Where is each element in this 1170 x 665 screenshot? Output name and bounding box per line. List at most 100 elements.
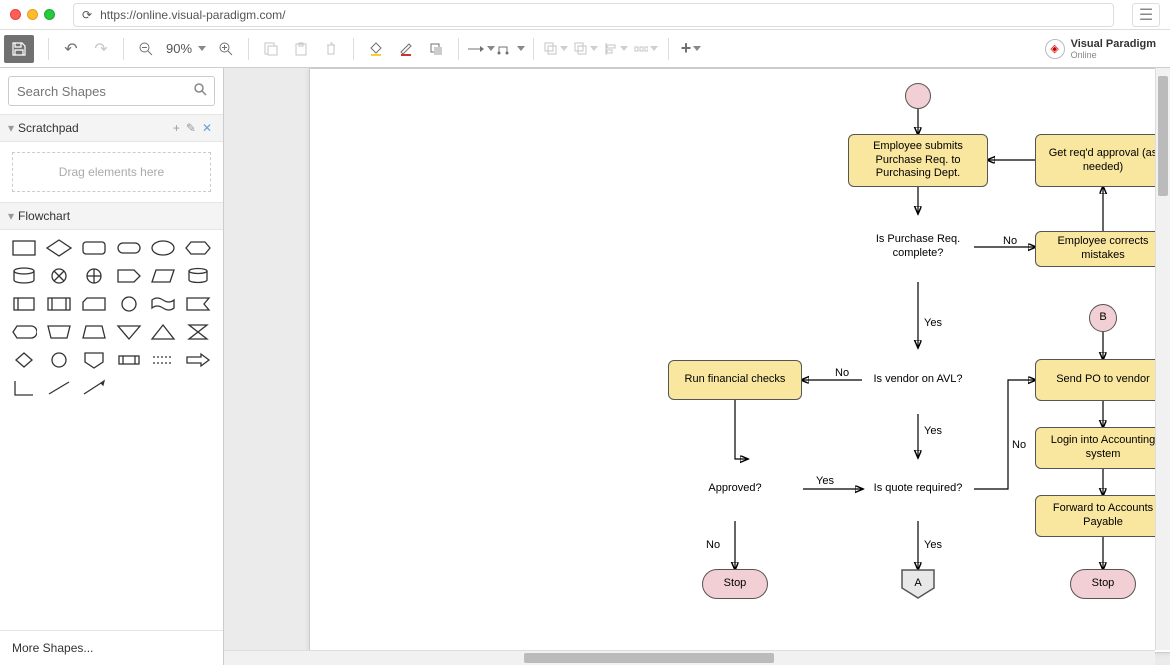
node-forward[interactable]: Forward to Accounts Payable: [1035, 495, 1170, 537]
label-complete-yes: Yes: [924, 317, 942, 329]
canvas[interactable]: Employee submits Purchase Req. to Purcha…: [224, 68, 1170, 665]
collapse-icon[interactable]: ▾: [8, 121, 14, 135]
connector-style-button[interactable]: [467, 35, 495, 63]
address-bar[interactable]: ⟳ https://online.visual-paradigm.com/: [73, 3, 1114, 27]
shape-circlex[interactable]: [45, 266, 73, 286]
shape-arrowright[interactable]: [184, 350, 212, 370]
vertical-scrollbar[interactable]: [1155, 68, 1170, 650]
shape-cylinder[interactable]: [184, 266, 212, 286]
shape-circleplus[interactable]: [80, 266, 108, 286]
shape-arrowline[interactable]: [80, 378, 108, 398]
delete-button[interactable]: [317, 35, 345, 63]
shape-bracket[interactable]: [10, 294, 38, 314]
shape-diamondsmall[interactable]: [10, 350, 38, 370]
search-input[interactable]: [17, 84, 193, 99]
node-login[interactable]: Login into Accounting system: [1035, 427, 1170, 469]
toolbar: ↶ ↷ 90% + ◈ Visual Paradigm Online: [0, 30, 1170, 68]
shape-hexagon[interactable]: [184, 238, 212, 258]
flowchart-header[interactable]: ▾ Flowchart: [0, 202, 223, 230]
node-approved-q[interactable]: Approved?: [680, 457, 790, 521]
zoom-out-button[interactable]: [132, 35, 160, 63]
reload-icon[interactable]: ⟳: [82, 8, 92, 22]
shape-hourglass[interactable]: [184, 322, 212, 342]
shape-card[interactable]: [80, 294, 108, 314]
shape-trapezoid[interactable]: [80, 322, 108, 342]
search-icon[interactable]: [193, 82, 207, 101]
label-avl-no: No: [835, 367, 849, 379]
node-connector-b[interactable]: B: [1089, 304, 1117, 332]
shape-corner[interactable]: [10, 378, 38, 398]
url-text: https://online.visual-paradigm.com/: [100, 8, 285, 22]
scratchpad-header[interactable]: ▾ Scratchpad + ✎ ✕: [0, 114, 223, 142]
hamburger-menu-icon[interactable]: ☰: [1132, 3, 1160, 27]
node-connector-a[interactable]: A: [901, 569, 935, 599]
save-button[interactable]: [4, 35, 34, 63]
shape-line[interactable]: [45, 378, 73, 398]
shape-triangleup[interactable]: [149, 322, 177, 342]
shape-circle[interactable]: [115, 294, 143, 314]
label-avl-yes: Yes: [924, 425, 942, 437]
node-submit[interactable]: Employee submits Purchase Req. to Purcha…: [848, 134, 988, 187]
drawing-paper[interactable]: Employee submits Purchase Req. to Purcha…: [309, 68, 1170, 653]
shape-rect[interactable]: [10, 238, 38, 258]
waypoint-style-button[interactable]: [497, 35, 525, 63]
edit-icon[interactable]: ✎: [183, 121, 199, 135]
close-window-icon[interactable]: [10, 9, 21, 20]
flowchart-title: Flowchart: [18, 209, 70, 223]
shape-db[interactable]: [10, 266, 38, 286]
shape-rounded[interactable]: [80, 238, 108, 258]
zoom-level[interactable]: 90%: [162, 41, 210, 56]
copy-button[interactable]: [257, 35, 285, 63]
add-button[interactable]: +: [677, 35, 705, 63]
node-sendpo[interactable]: Send PO to vendor: [1035, 359, 1170, 401]
label-complete-no: No: [1003, 235, 1017, 247]
redo-button[interactable]: ↷: [87, 35, 115, 63]
close-icon[interactable]: ✕: [199, 121, 215, 135]
browser-chrome: ⟳ https://online.visual-paradigm.com/ ☰: [0, 0, 1170, 30]
node-approval[interactable]: Get req'd approval (as needed): [1035, 134, 1170, 187]
line-color-button[interactable]: [392, 35, 420, 63]
to-front-button[interactable]: [542, 35, 570, 63]
shape-terminator[interactable]: [115, 238, 143, 258]
paste-button[interactable]: [287, 35, 315, 63]
shape-display[interactable]: [10, 322, 38, 342]
node-stop1[interactable]: Stop: [702, 569, 768, 599]
shape-predef[interactable]: [45, 294, 73, 314]
distribute-button[interactable]: [632, 35, 660, 63]
label-approved-yes: Yes: [816, 475, 834, 487]
minimize-window-icon[interactable]: [27, 9, 38, 20]
align-button[interactable]: [602, 35, 630, 63]
node-avl-q[interactable]: Is vendor on AVL?: [862, 347, 974, 413]
fill-color-button[interactable]: [362, 35, 390, 63]
node-complete-q[interactable]: Is Purchase Req. complete?: [862, 213, 974, 281]
shadow-button[interactable]: [422, 35, 450, 63]
node-start[interactable]: [905, 83, 931, 109]
node-corrects[interactable]: Employee corrects mistakes: [1035, 231, 1170, 267]
undo-button[interactable]: ↶: [57, 35, 85, 63]
horizontal-scrollbar[interactable]: [224, 650, 1155, 665]
shape-delay[interactable]: [115, 350, 143, 370]
more-shapes-link[interactable]: More Shapes...: [0, 630, 223, 665]
shape-diamond[interactable]: [45, 238, 73, 258]
shape-parallelogram[interactable]: [149, 266, 177, 286]
node-quote-q[interactable]: Is quote required?: [862, 457, 974, 521]
shape-triangledown[interactable]: [115, 322, 143, 342]
shape-ellipse[interactable]: [149, 238, 177, 258]
shape-circle2[interactable]: [45, 350, 73, 370]
maximize-window-icon[interactable]: [44, 9, 55, 20]
shape-manual[interactable]: [45, 322, 73, 342]
to-back-button[interactable]: [572, 35, 600, 63]
shape-tape[interactable]: [149, 294, 177, 314]
zoom-in-button[interactable]: [212, 35, 240, 63]
collapse-icon[interactable]: ▾: [8, 209, 14, 223]
label-approved-no: No: [706, 539, 720, 551]
shape-dashes[interactable]: [149, 350, 177, 370]
node-stop2[interactable]: Stop: [1070, 569, 1136, 599]
node-finchecks[interactable]: Run financial checks: [668, 360, 802, 400]
shape-tag[interactable]: [115, 266, 143, 286]
shape-flag[interactable]: [184, 294, 212, 314]
add-icon[interactable]: +: [170, 121, 183, 135]
search-shapes[interactable]: [8, 76, 215, 106]
shape-offpage[interactable]: [80, 350, 108, 370]
scratchpad-dropzone[interactable]: Drag elements here: [12, 152, 211, 192]
